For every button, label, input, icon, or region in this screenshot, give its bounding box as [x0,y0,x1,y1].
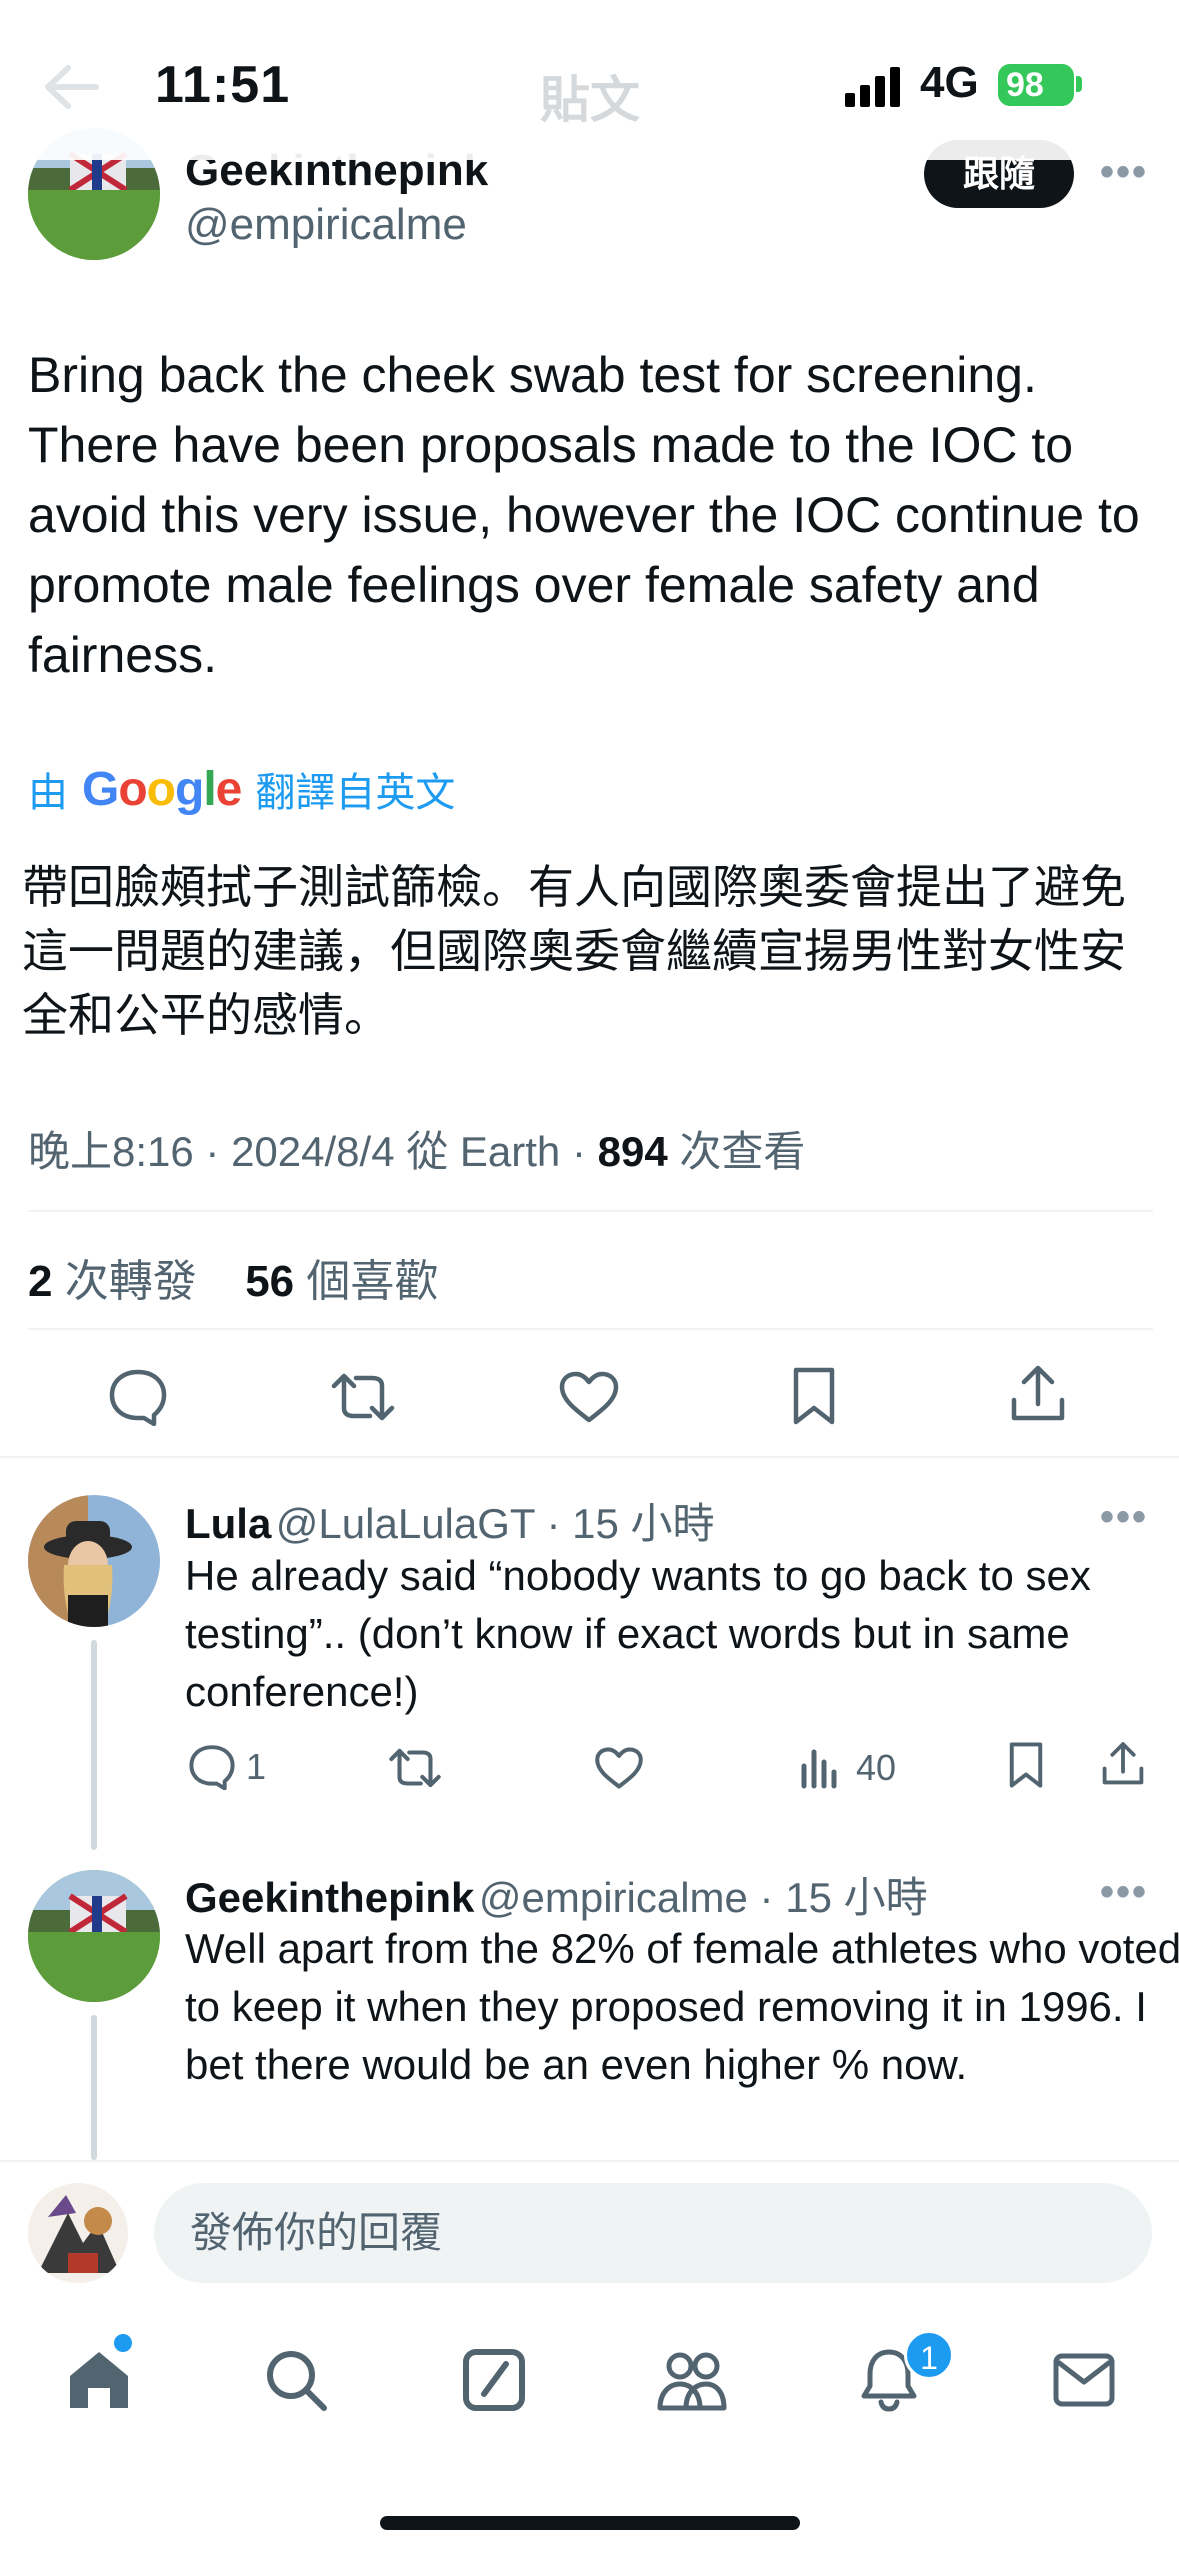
reply-author-handle[interactable]: @LulaLulaGT · 15 小時 [276,1500,715,1547]
battery-level: 98 [1006,66,1044,104]
reply-author-handle[interactable]: @empiricalme · 15 小時 [479,1874,928,1921]
reply-header[interactable]: Lula @LulaLulaGT · 15 小時 [185,1490,715,1551]
translate-suffix: 翻譯自英文 [255,771,456,815]
status-time: 11:51 [155,56,291,114]
google-logo: Google [82,762,242,816]
communities-icon[interactable] [656,2350,728,2412]
thread-line [91,1640,97,1850]
thread-line [91,2015,97,2160]
retweets-label: 次轉發 [52,1257,197,1306]
author-handle[interactable]: @empiricalme [185,200,467,250]
reply-action-reply[interactable]: 1 [188,1744,266,1790]
reply-header[interactable]: Geekinthepink @empiricalme · 15 小時 [185,1864,928,1925]
like-icon[interactable] [558,1370,620,1424]
battery-icon: 98 [998,64,1074,106]
divider [28,1328,1153,1330]
reply-author-name[interactable]: Lula [185,1500,271,1547]
reply-avatar[interactable] [28,1495,160,1627]
reply-views: 40 [856,1747,897,1788]
more-options-icon[interactable]: ••• [1100,1495,1148,1540]
tweet-meta: 晚上8:16 · 2024/8/4 從 Earth · 894 次查看 [28,1118,805,1179]
reply-text: He already said “nobody wants to go back… [185,1552,1091,1715]
tweet-timestamp: 晚上8:16 · 2024/8/4 從 Earth · [28,1128,598,1175]
tweet-text: Bring back the cheek swab test for scree… [28,347,1140,683]
divider [28,1210,1153,1212]
signal-icon [845,67,905,107]
notification-badge: 1 [904,2330,954,2380]
page-title: 貼文 [540,72,640,128]
share-icon[interactable] [1008,1364,1068,1424]
back-arrow-icon[interactable] [40,62,100,112]
retweet-icon[interactable] [388,1746,442,1790]
reply-author-name[interactable]: Geekinthepink [185,1874,474,1921]
translation-attribution[interactable]: 由 Google 翻譯自英文 [28,760,455,818]
reply-avatar[interactable] [28,1870,160,2002]
reply-count: 1 [246,1746,267,1787]
share-icon[interactable] [1100,1740,1146,1788]
likes-count: 56 [245,1257,295,1306]
home-unread-dot [114,2334,132,2352]
reply-input[interactable]: 發佈你的回覆 [154,2183,1152,2283]
reply-icon[interactable] [108,1368,168,1426]
home-icon[interactable] [66,2348,132,2412]
like-icon[interactable] [594,1746,644,1790]
divider [0,1456,1179,1458]
network-label: 4G [920,58,979,107]
battery-tip [1076,76,1082,92]
bookmark-icon[interactable] [790,1366,838,1426]
user-avatar[interactable] [28,2183,128,2283]
reply-action-views[interactable]: 40 [800,1746,896,1790]
views-label: 次查看 [667,1128,806,1175]
translate-prefix: 由 [28,771,68,815]
messages-icon[interactable] [1052,2352,1116,2408]
bookmark-icon[interactable] [1007,1740,1045,1790]
grok-icon[interactable] [462,2348,526,2412]
views-icon [801,1749,837,1789]
retweets-count: 2 [28,1257,53,1306]
likes-label: 個喜歡 [294,1257,439,1306]
views-count: 894 [597,1128,668,1175]
retweet-icon[interactable] [330,1370,396,1424]
reply-icon [189,1745,235,1790]
home-indicator [380,2516,800,2530]
reply-text: Well apart from the 82% of female athlet… [185,1925,1179,2088]
translated-text: 帶回臉頰拭子測試篩檢。有人向國際奧委會提出了避免這一問題的建議，但國際奧委會繼續… [22,860,1126,1042]
more-options-icon[interactable]: ••• [1100,1870,1148,1915]
search-icon[interactable] [264,2348,328,2412]
tweet-stats[interactable]: 2 次轉發 56 個喜歡 [28,1245,438,1309]
